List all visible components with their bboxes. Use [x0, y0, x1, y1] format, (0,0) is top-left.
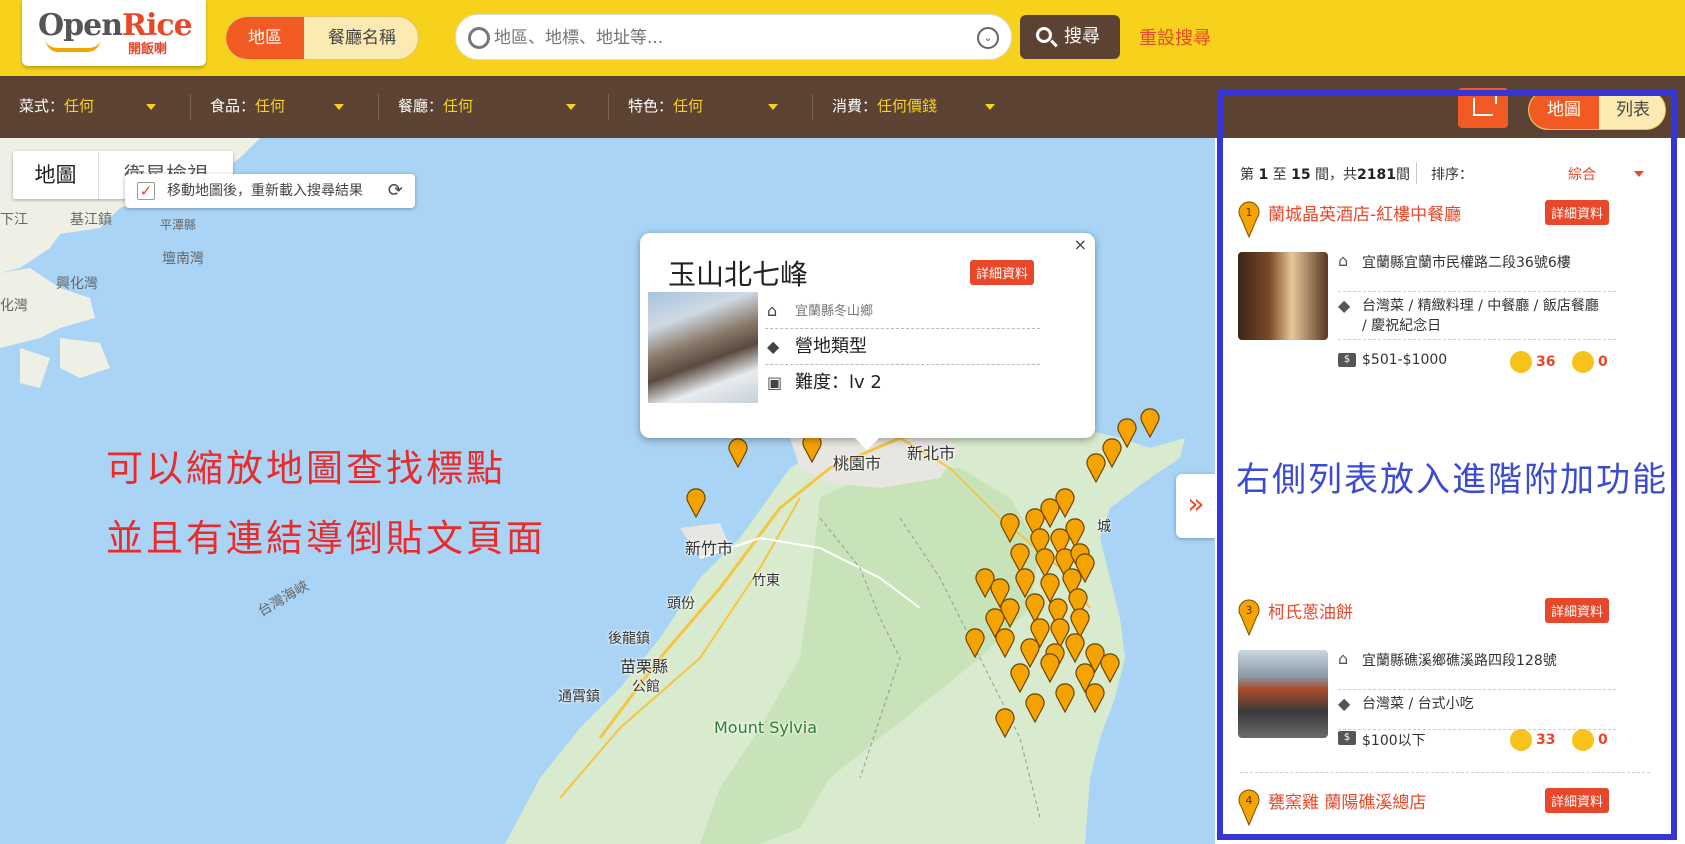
tag-icon: ◆: [767, 337, 780, 356]
reset-search-link[interactable]: 重設搜尋: [1139, 24, 1211, 50]
location-pin-icon: [468, 27, 490, 49]
map-marker-icon[interactable]: [1074, 553, 1096, 583]
top-bar: OpenRice 開飯喇 地區 餐廳名稱 ⌄ 搜尋 重設搜尋: [0, 0, 1685, 76]
search-mode-toggle: 地區 餐廳名稱: [225, 16, 419, 60]
chevron-down-icon: [985, 104, 995, 110]
reload-on-move-control[interactable]: ✓ 移動地圖後，重新載入搜尋結果 ⟳: [125, 174, 415, 208]
logo-text: OpenRice: [38, 8, 193, 43]
search-button-label: 搜尋: [1064, 26, 1100, 47]
map-marker-icon[interactable]: [1039, 653, 1061, 683]
popup-difficulty: 難度：lv 2: [795, 372, 882, 393]
map-label: 興化灣: [56, 276, 98, 292]
close-icon[interactable]: ×: [1074, 235, 1087, 254]
city-label: 竹東: [752, 573, 780, 589]
popup-address: 宜蘭縣冬山鄉: [795, 304, 874, 319]
popup-type: 營地類型: [795, 336, 867, 357]
map-label: 壇南灣: [162, 251, 204, 267]
map-canvas[interactable]: 地圖 衛星檢視 ✓ 移動地圖後，重新載入搜尋結果 ⟳ 下江 基江鎮 平潭縣 壇南…: [0, 138, 1215, 844]
map-view-button[interactable]: 地圖: [13, 151, 99, 199]
map-marker-icon[interactable]: [1009, 663, 1031, 693]
refresh-icon[interactable]: ⟳: [388, 174, 403, 208]
search-icon: [1036, 27, 1052, 43]
openrice-logo[interactable]: OpenRice 開飯喇: [22, 0, 206, 66]
mode-district-button[interactable]: 地區: [226, 17, 304, 59]
filter-value: 任何: [255, 97, 286, 115]
map-marker-icon[interactable]: [1084, 683, 1106, 713]
logo-subtitle: 開飯喇: [128, 42, 168, 57]
popup-address-row: ⌂ 宜蘭縣冬山鄉: [765, 293, 1040, 329]
map-marker-icon[interactable]: [1085, 453, 1107, 483]
map-marker-icon[interactable]: [974, 568, 996, 598]
filter-cuisine[interactable]: 菜式：任何: [19, 76, 159, 138]
reload-checkbox[interactable]: ✓: [137, 182, 155, 200]
map-marker-icon[interactable]: [1139, 408, 1161, 438]
chevron-down-icon: [146, 104, 156, 110]
filter-feature[interactable]: 特色：任何: [628, 76, 778, 138]
map-marker-icon[interactable]: [1054, 683, 1076, 713]
map-label: 化灣: [0, 298, 28, 314]
locate-me-icon[interactable]: ⌄: [977, 27, 999, 49]
annotation-zoom-note: 可以縮放地圖查找標點: [106, 447, 506, 490]
mode-restaurant-name-button[interactable]: 餐廳名稱: [304, 17, 418, 59]
map-marker-icon[interactable]: [685, 488, 707, 518]
filter-value: 任何: [443, 97, 474, 115]
logo-smile-icon: [46, 40, 100, 52]
chevron-down-icon: [768, 104, 778, 110]
map-marker-icon[interactable]: [1064, 633, 1086, 663]
popup-type-row: ◆ 營地類型: [765, 329, 1040, 365]
search-button[interactable]: 搜尋: [1020, 15, 1120, 59]
popup-detail-button[interactable]: 詳細資料: [970, 260, 1035, 285]
filter-label: 食品：: [210, 97, 256, 115]
place-popup: × 玉山北七峰 詳細資料 ⌂ 宜蘭縣冬山鄉 ◆ 營地類型 ▣ 難度：lv 2: [640, 233, 1095, 450]
reload-label: 移動地圖後，重新載入搜尋結果: [167, 183, 363, 199]
map-marker-icon[interactable]: [727, 438, 749, 468]
filter-value: 任何: [64, 97, 95, 115]
expand-panel-button[interactable]: »: [1176, 474, 1216, 538]
city-label: 桃園市: [833, 454, 882, 473]
home-icon: ⌂: [767, 301, 778, 320]
popup-difficulty-row: ▣ 難度：lv 2: [765, 365, 1040, 401]
filter-label: 菜式：: [19, 97, 65, 115]
map-marker-icon[interactable]: [1024, 693, 1046, 723]
map-label: 基江鎮: [70, 212, 112, 228]
filter-food[interactable]: 食品：任何: [210, 76, 350, 138]
annotation-link-note: 並且有連結導倒貼文頁面: [106, 517, 546, 560]
city-label: Mount Sylvia: [714, 718, 818, 737]
filter-price[interactable]: 消費：任何價錢: [832, 76, 1002, 138]
city-label: 公館: [632, 679, 660, 695]
filter-restaurant[interactable]: 餐廳：任何: [398, 76, 578, 138]
city-label: 新北市: [907, 444, 956, 463]
filter-label: 餐廳：: [398, 97, 444, 115]
filter-label: 特色：: [628, 97, 674, 115]
map-marker-icon[interactable]: [999, 513, 1021, 543]
city-label: 城: [1097, 519, 1111, 535]
map-marker-icon[interactable]: [1054, 488, 1076, 518]
popup-title: 玉山北七峰: [668, 258, 809, 291]
highlight-outline: [1217, 90, 1677, 840]
city-label: 後龍鎮: [608, 631, 650, 647]
money-icon: ▣: [767, 373, 783, 392]
city-label: 苗栗縣: [620, 657, 669, 676]
chevron-down-icon: [566, 104, 576, 110]
search-input[interactable]: [494, 23, 964, 53]
filter-value: 任何: [673, 97, 704, 115]
city-label: 新竹市: [685, 539, 734, 558]
map-label: 下江: [0, 212, 28, 228]
map-marker-icon[interactable]: [964, 628, 986, 658]
map-marker-icon[interactable]: [994, 708, 1016, 738]
popup-mountain-image[interactable]: [648, 292, 758, 403]
chevron-down-icon: [334, 104, 344, 110]
city-label: 通霄鎮: [558, 689, 600, 705]
map-marker-icon[interactable]: [994, 628, 1016, 658]
filter-value: 任何價錢: [877, 97, 938, 115]
search-box: ⌄: [455, 14, 1012, 60]
filter-label: 消費：: [832, 97, 878, 115]
city-label: 頭份: [667, 596, 695, 612]
map-label: 平潭縣: [160, 218, 197, 232]
map-marker-icon[interactable]: [1099, 653, 1121, 683]
